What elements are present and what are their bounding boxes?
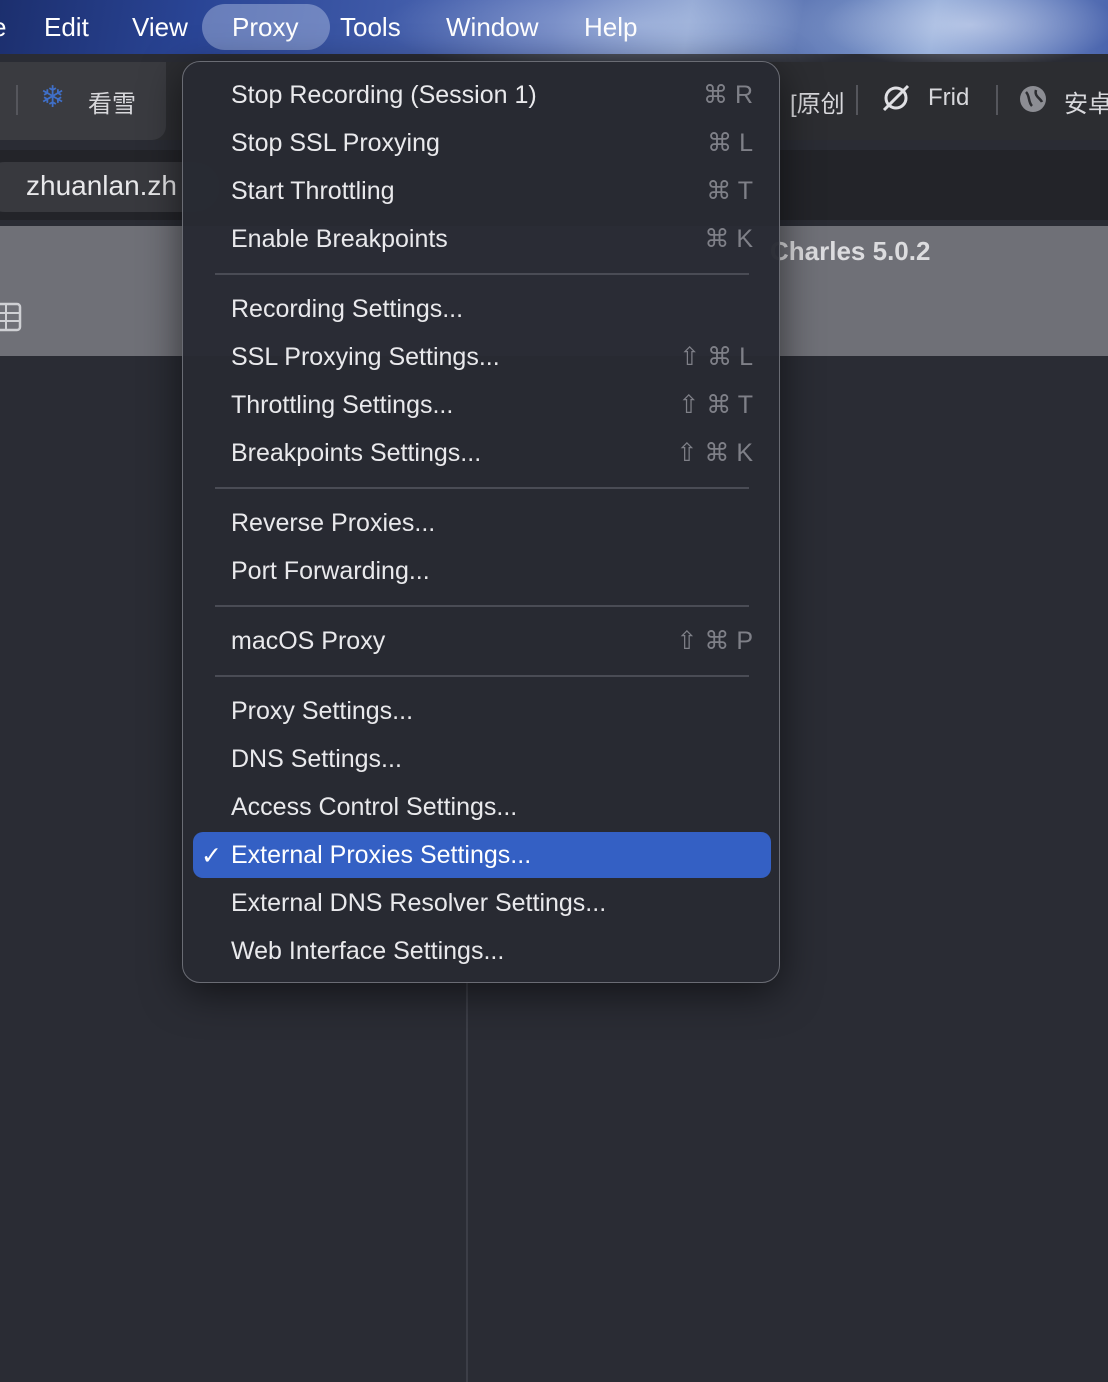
menu-item-proxy-settings[interactable]: Proxy Settings... (193, 688, 771, 734)
menu-item-enable-breakpoints[interactable]: Enable Breakpoints ⌘ K (193, 216, 771, 262)
menu-item-label: Reverse Proxies... (231, 509, 436, 537)
menu-item-label: Stop SSL Proxying (231, 129, 440, 157)
globe-icon (1018, 84, 1048, 119)
menu-item-shortcut: ⌘ T (706, 177, 753, 205)
snowflake-icon: ❄ (40, 81, 66, 114)
menu-item-label: Start Throttling (231, 177, 395, 205)
menu-item-shortcut: ⇧ ⌘ L (679, 343, 753, 371)
menu-item-dns-settings[interactable]: DNS Settings... (193, 736, 771, 782)
tab-kanxue[interactable]: 看雪 (88, 84, 136, 119)
menu-item-shortcut: ⇧ ⌘ P (676, 627, 753, 655)
menu-item-label: Breakpoints Settings... (231, 439, 482, 467)
menu-item-breakpoints-settings[interactable]: Breakpoints Settings... ⇧ ⌘ K (193, 430, 771, 476)
menu-separator (215, 487, 749, 489)
menu-item-label: Proxy Settings... (231, 697, 414, 725)
tab-original[interactable]: [原创 (790, 84, 845, 119)
menu-item-port-forwarding[interactable]: Port Forwarding... (193, 548, 771, 594)
menu-item-throttling-settings[interactable]: Throttling Settings... ⇧ ⌘ T (193, 382, 771, 428)
menu-item-label: Stop Recording (Session 1) (231, 81, 537, 109)
menu-item-external-dns-resolver-settings[interactable]: External DNS Resolver Settings... (193, 880, 771, 926)
table-icon[interactable] (0, 302, 24, 337)
menu-separator (215, 273, 749, 275)
menu-help[interactable]: Help (584, 8, 637, 48)
pane-divider[interactable] (466, 980, 468, 1382)
menu-window[interactable]: Window (446, 8, 538, 48)
wallpaper-wave (820, 0, 1108, 70)
menu-item-label: macOS Proxy (231, 627, 386, 655)
tab-divider (856, 85, 858, 115)
menu-item-shortcut: ⌘ K (704, 225, 753, 253)
menu-item-label: Access Control Settings... (231, 793, 518, 821)
menu-item-label: Port Forwarding... (231, 557, 430, 585)
menu-item-label: Enable Breakpoints (231, 225, 448, 253)
menu-item-label: SSL Proxying Settings... (231, 343, 500, 371)
checkmark-icon: ✓ (201, 842, 222, 870)
menu-proxy[interactable]: Proxy (232, 8, 298, 48)
tab-divider (16, 85, 18, 115)
menu-item-start-throttling[interactable]: Start Throttling ⌘ T (193, 168, 771, 214)
menu-item-recording-settings[interactable]: Recording Settings... (193, 286, 771, 332)
menu-item-shortcut: ⌘ L (707, 129, 753, 157)
menu-item-shortcut: ⇧ ⌘ K (676, 439, 753, 467)
app-title: Charles 5.0.2 (770, 236, 931, 266)
menu-item-external-proxies-settings[interactable]: ✓ External Proxies Settings... (193, 832, 771, 878)
menu-item-stop-recording[interactable]: Stop Recording (Session 1) ⌘ R (193, 72, 771, 118)
menu-bar: e Edit View Proxy Tools Window Help (0, 0, 1108, 80)
menu-file-edge[interactable]: e (0, 8, 6, 48)
menu-item-label: External Proxies Settings... (231, 841, 532, 869)
menu-item-label: DNS Settings... (231, 745, 402, 773)
url-text[interactable]: zhuanlan.zh (26, 170, 177, 202)
menu-separator (215, 675, 749, 677)
frida-icon (880, 82, 912, 119)
menu-edit[interactable]: Edit (44, 8, 89, 48)
menu-item-access-control-settings[interactable]: Access Control Settings... (193, 784, 771, 830)
menu-item-macos-proxy[interactable]: macOS Proxy ⇧ ⌘ P (193, 618, 771, 664)
tab-divider (996, 85, 998, 115)
menu-separator (215, 605, 749, 607)
menu-item-stop-ssl-proxying[interactable]: Stop SSL Proxying ⌘ L (193, 120, 771, 166)
menu-item-shortcut: ⇧ ⌘ T (678, 391, 753, 419)
menu-item-label: External DNS Resolver Settings... (231, 889, 607, 917)
menu-item-shortcut: ⌘ R (703, 81, 753, 109)
menu-item-reverse-proxies[interactable]: Reverse Proxies... (193, 500, 771, 546)
tab-frida[interactable]: Frid (928, 84, 969, 112)
menu-item-label: Recording Settings... (231, 295, 464, 323)
tab-android[interactable]: 安卓 (1064, 84, 1108, 119)
menu-item-label: Throttling Settings... (231, 391, 454, 419)
menu-item-web-interface-settings[interactable]: Web Interface Settings... (193, 928, 771, 974)
menu-view[interactable]: View (132, 8, 188, 48)
menu-tools[interactable]: Tools (340, 8, 401, 48)
menu-item-label: Web Interface Settings... (231, 937, 505, 965)
menu-item-ssl-proxying-settings[interactable]: SSL Proxying Settings... ⇧ ⌘ L (193, 334, 771, 380)
proxy-dropdown-menu: Stop Recording (Session 1) ⌘ R Stop SSL … (182, 61, 780, 983)
browser-tab-active[interactable] (0, 62, 166, 140)
